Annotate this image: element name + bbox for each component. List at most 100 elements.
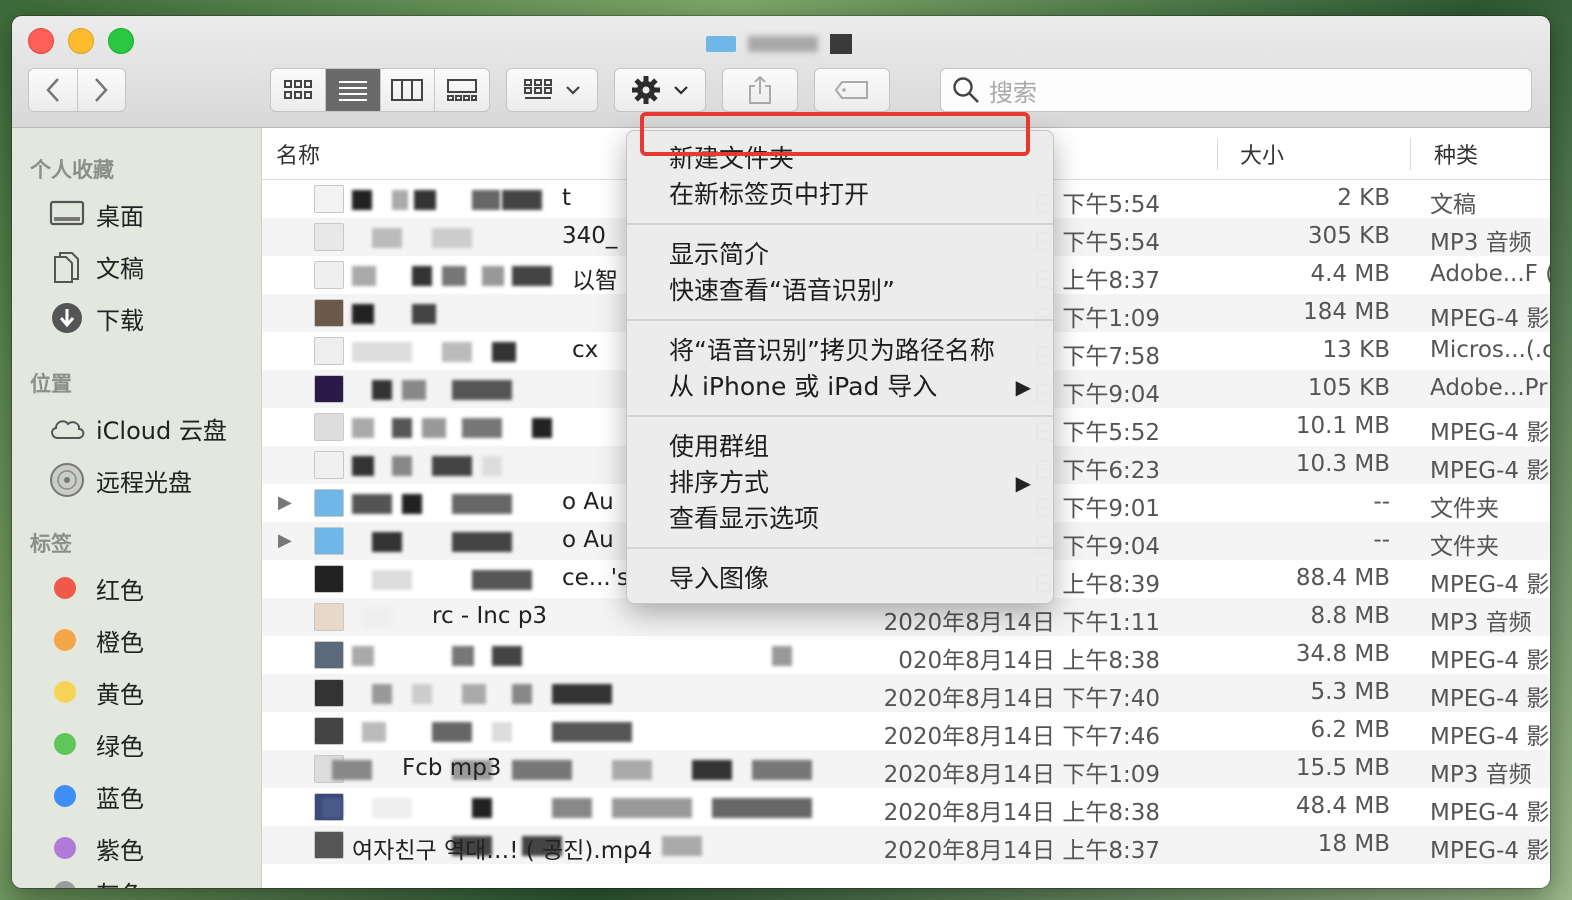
sidebar-header-locations: 位置 — [30, 372, 72, 396]
sidebar-tag-blue[interactable]: 蓝色 — [48, 776, 144, 816]
sidebar-item-remote-disc[interactable]: 远程光盘 — [48, 460, 192, 500]
sidebar-item-downloads[interactable]: 下载 — [48, 298, 144, 338]
document-icon — [48, 249, 86, 283]
sidebar-item-icloud[interactable]: iCloud 云盘 — [48, 408, 227, 448]
sidebar-tag-yellow[interactable]: 黄色 — [48, 672, 144, 712]
menu-item-copy-as-path[interactable]: 将“语音识别”拷贝为路径名称 — [669, 331, 995, 367]
file-icon — [314, 223, 344, 251]
table-row[interactable]: 여자친구 역대…! ( 공진).mp4 2020年8月14日 上午8:37 18 M… — [262, 826, 1550, 864]
table-row[interactable]: 020年8月14日 上午8:38 34.8 MB MPEG-4 影 — [262, 636, 1550, 674]
file-kind: MPEG-4 影 — [1430, 838, 1550, 864]
sidebar-tag-purple[interactable]: 紫色 — [48, 828, 144, 868]
column-header-size[interactable]: 大小 — [1240, 138, 1284, 170]
file-date: 2020年8月14日 下午7:46 — [883, 724, 1160, 750]
file-icon — [314, 413, 344, 441]
back-button[interactable] — [29, 69, 78, 111]
column-divider[interactable] — [1217, 138, 1218, 170]
column-header-name[interactable]: 名称 — [276, 138, 320, 170]
redacted-filename — [392, 456, 412, 476]
menu-item-label: 从 iPhone 或 iPad 导入 — [669, 372, 938, 401]
submenu-arrow-icon: ▶ — [1015, 375, 1031, 399]
gallery-view-button[interactable] — [435, 69, 489, 111]
icon-view-button[interactable] — [271, 69, 326, 111]
list-view-button[interactable] — [325, 69, 381, 111]
file-size: 184 MB — [1303, 299, 1390, 325]
redacted-filename — [372, 228, 402, 248]
close-window-button[interactable] — [28, 28, 54, 54]
chevron-left-icon — [46, 78, 59, 102]
sidebar-tag-red[interactable]: 红色 — [48, 568, 144, 608]
sidebar-tag-green[interactable]: 绿色 — [48, 724, 144, 764]
column-view-button[interactable] — [381, 69, 436, 111]
file-name: cx — [572, 337, 599, 363]
table-row[interactable]: Fcb mp3 2020年8月14日 下午1:09 15.5 MB MP3 音频 — [262, 750, 1550, 788]
menu-item-open-in-new-tab[interactable]: 在新标签页中打开 — [669, 175, 869, 211]
table-row[interactable]: 2020年8月14日 上午8:38 48.4 MB MPEG-4 影 — [262, 788, 1550, 826]
file-size: 2 KB — [1337, 185, 1390, 211]
redacted-filename — [552, 798, 592, 818]
disclosure-triangle-icon[interactable]: ▶ — [278, 530, 292, 551]
desktop-icon — [48, 197, 86, 231]
file-icon — [314, 717, 344, 745]
gear-icon — [632, 76, 660, 104]
file-name: 여자친구 역대…! ( 공진).mp4 — [352, 838, 653, 864]
file-name: o Au — [562, 527, 614, 553]
redacted-filename — [712, 798, 812, 818]
redacted-filename — [482, 266, 504, 286]
menu-item-show-view-options[interactable]: 查看显示选项 — [669, 499, 819, 535]
table-row[interactable]: 2020年8月14日 下午7:46 6.2 MB MPEG-4 影 — [262, 712, 1550, 750]
list-icon — [338, 81, 367, 101]
folder-icon — [314, 489, 344, 517]
redacted-filename — [772, 646, 792, 666]
menu-item-use-groups[interactable]: 使用群组 — [669, 427, 769, 463]
file-size: 18 MB — [1317, 831, 1390, 857]
menu-item-quick-look[interactable]: 快速查看“语音识别” — [669, 271, 895, 307]
file-icon — [314, 603, 344, 631]
redacted-filename — [552, 684, 612, 704]
tag-color-dot — [54, 881, 76, 888]
sidebar-tag-orange[interactable]: 橙色 — [48, 620, 144, 660]
file-icon — [314, 185, 344, 213]
menu-item-get-info[interactable]: 显示简介 — [669, 235, 769, 271]
redacted-filename — [352, 494, 392, 514]
action-menu-button[interactable] — [614, 68, 706, 112]
search-field[interactable]: 搜索 — [940, 68, 1532, 112]
menu-item-sort-by[interactable]: 排序方式 — [669, 463, 769, 499]
redacted-filename — [372, 570, 412, 590]
redacted-filename — [502, 190, 542, 210]
tag-button[interactable] — [814, 68, 890, 112]
file-date: 2020年8月14日 下午7:40 — [883, 686, 1160, 712]
sidebar-item-label: 紫色 — [96, 836, 144, 865]
redacted-filename — [612, 798, 692, 818]
menu-item-import-images[interactable]: 导入图像 — [669, 559, 769, 595]
menu-item-import-from-iphone[interactable]: 从 iPhone 或 iPad 导入 — [669, 367, 1013, 403]
sidebar-item-label: 远程光盘 — [96, 468, 192, 497]
sidebar-item-documents[interactable]: 文稿 — [48, 246, 144, 286]
redacted-filename — [462, 418, 502, 438]
table-row[interactable]: 2020年8月14日 下午7:40 5.3 MB MPEG-4 影 — [262, 674, 1550, 712]
column-divider[interactable] — [1410, 138, 1411, 170]
forward-button[interactable] — [78, 69, 126, 111]
file-kind: MPEG-4 影 — [1430, 800, 1550, 826]
redacted-filename — [362, 608, 392, 628]
file-date: 2020年8月14日 下午1:11 — [883, 610, 1160, 636]
redacted-filename — [492, 722, 512, 742]
search-placeholder: 搜索 — [989, 78, 1037, 107]
minimize-window-button[interactable] — [68, 28, 94, 54]
search-icon — [953, 77, 979, 103]
file-size: 13 KB — [1322, 337, 1390, 363]
redacted-filename — [402, 494, 422, 514]
redacted-filename — [412, 684, 432, 704]
group-by-button[interactable] — [506, 68, 598, 112]
grid-icon — [524, 79, 552, 99]
zoom-window-button[interactable] — [108, 28, 134, 54]
redacted-filename — [492, 646, 522, 666]
file-kind: MPEG-4 影 — [1430, 686, 1550, 712]
sidebar-item-label: 红色 — [96, 576, 144, 605]
disclosure-triangle-icon[interactable]: ▶ — [278, 492, 292, 513]
share-button[interactable] — [722, 68, 798, 112]
sidebar-tag-gray[interactable]: 灰色 — [48, 872, 144, 888]
column-header-kind[interactable]: 种类 — [1434, 138, 1478, 170]
file-name: t — [562, 185, 572, 211]
sidebar-item-desktop[interactable]: 桌面 — [48, 194, 144, 234]
